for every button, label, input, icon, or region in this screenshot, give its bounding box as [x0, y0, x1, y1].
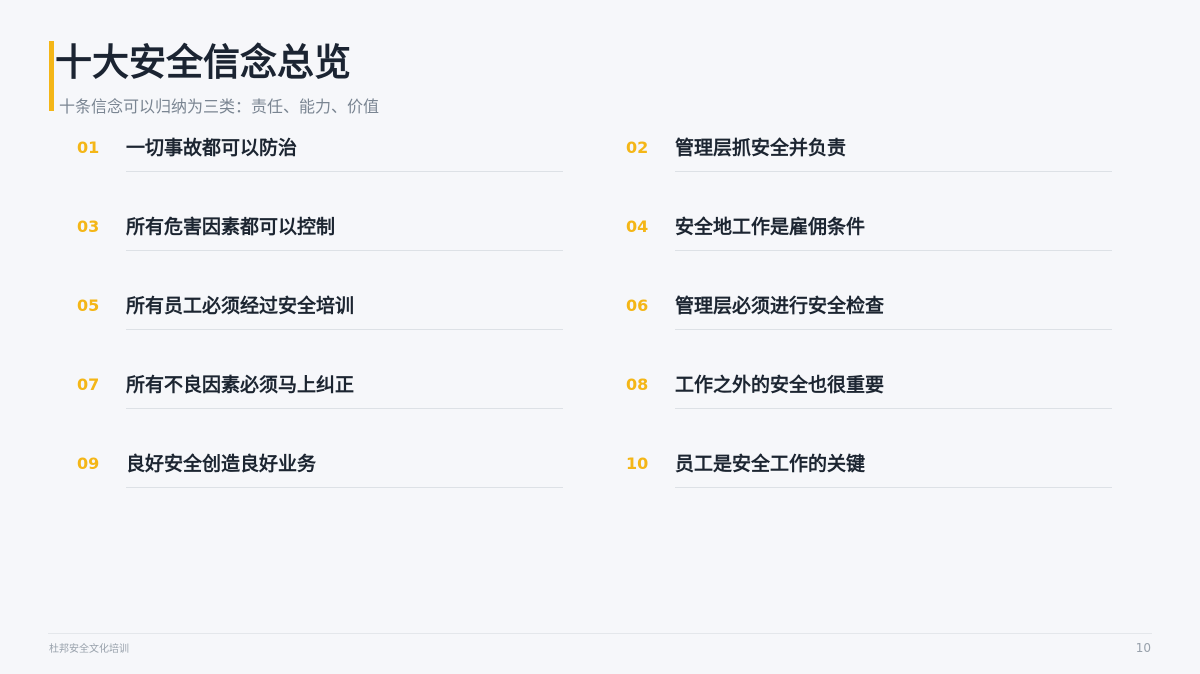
- belief-divider: [675, 329, 1112, 330]
- belief-text: 所有员工必须经过安全培训: [126, 295, 355, 317]
- belief-number: 02: [626, 138, 649, 157]
- belief-item-03: 03 所有危害因素都可以控制: [77, 216, 577, 256]
- belief-text: 管理层抓安全并负责: [675, 137, 847, 159]
- belief-divider: [126, 171, 563, 172]
- belief-text: 工作之外的安全也很重要: [675, 374, 885, 396]
- belief-number: 08: [626, 375, 649, 394]
- belief-text: 员工是安全工作的关键: [675, 453, 866, 475]
- belief-text: 良好安全创造良好业务: [126, 453, 317, 475]
- belief-number: 05: [77, 296, 100, 315]
- belief-number: 09: [77, 454, 100, 473]
- belief-divider: [126, 250, 563, 251]
- belief-number: 01: [77, 138, 100, 157]
- belief-text: 一切事故都可以防治: [126, 137, 298, 159]
- page-number: 10: [1135, 641, 1151, 655]
- belief-divider: [126, 408, 563, 409]
- belief-item-06: 06 管理层必须进行安全检查: [626, 295, 1126, 335]
- belief-number: 10: [626, 454, 649, 473]
- belief-text: 所有不良因素必须马上纠正: [126, 374, 355, 396]
- belief-number: 03: [77, 217, 100, 236]
- footer-label: 杜邦安全文化培训: [49, 644, 129, 655]
- footer-divider: [48, 633, 1152, 634]
- belief-item-08: 08 工作之外的安全也很重要: [626, 374, 1126, 414]
- belief-divider: [675, 408, 1112, 409]
- belief-text: 安全地工作是雇佣条件: [675, 216, 866, 238]
- page-subtitle: 十条信念可以归纳为三类：责任、能力、价值: [59, 97, 380, 116]
- belief-divider: [675, 487, 1112, 488]
- belief-item-04: 04 安全地工作是雇佣条件: [626, 216, 1126, 256]
- belief-item-07: 07 所有不良因素必须马上纠正: [77, 374, 577, 414]
- belief-divider: [126, 487, 563, 488]
- belief-divider: [675, 250, 1112, 251]
- belief-text: 管理层必须进行安全检查: [675, 295, 885, 317]
- belief-number: 04: [626, 217, 649, 236]
- belief-item-02: 02 管理层抓安全并负责: [626, 137, 1126, 177]
- belief-number: 06: [626, 296, 649, 315]
- belief-item-05: 05 所有员工必须经过安全培训: [77, 295, 577, 335]
- belief-item-10: 10 员工是安全工作的关键: [626, 453, 1126, 493]
- belief-item-01: 01 一切事故都可以防治: [77, 137, 577, 177]
- belief-divider: [126, 329, 563, 330]
- belief-divider: [675, 171, 1112, 172]
- belief-text: 所有危害因素都可以控制: [126, 216, 336, 238]
- belief-item-09: 09 良好安全创造良好业务: [77, 453, 577, 493]
- belief-number: 07: [77, 375, 100, 394]
- page-title: 十大安全信念总览: [55, 41, 351, 84]
- title-accent-bar: [49, 41, 54, 111]
